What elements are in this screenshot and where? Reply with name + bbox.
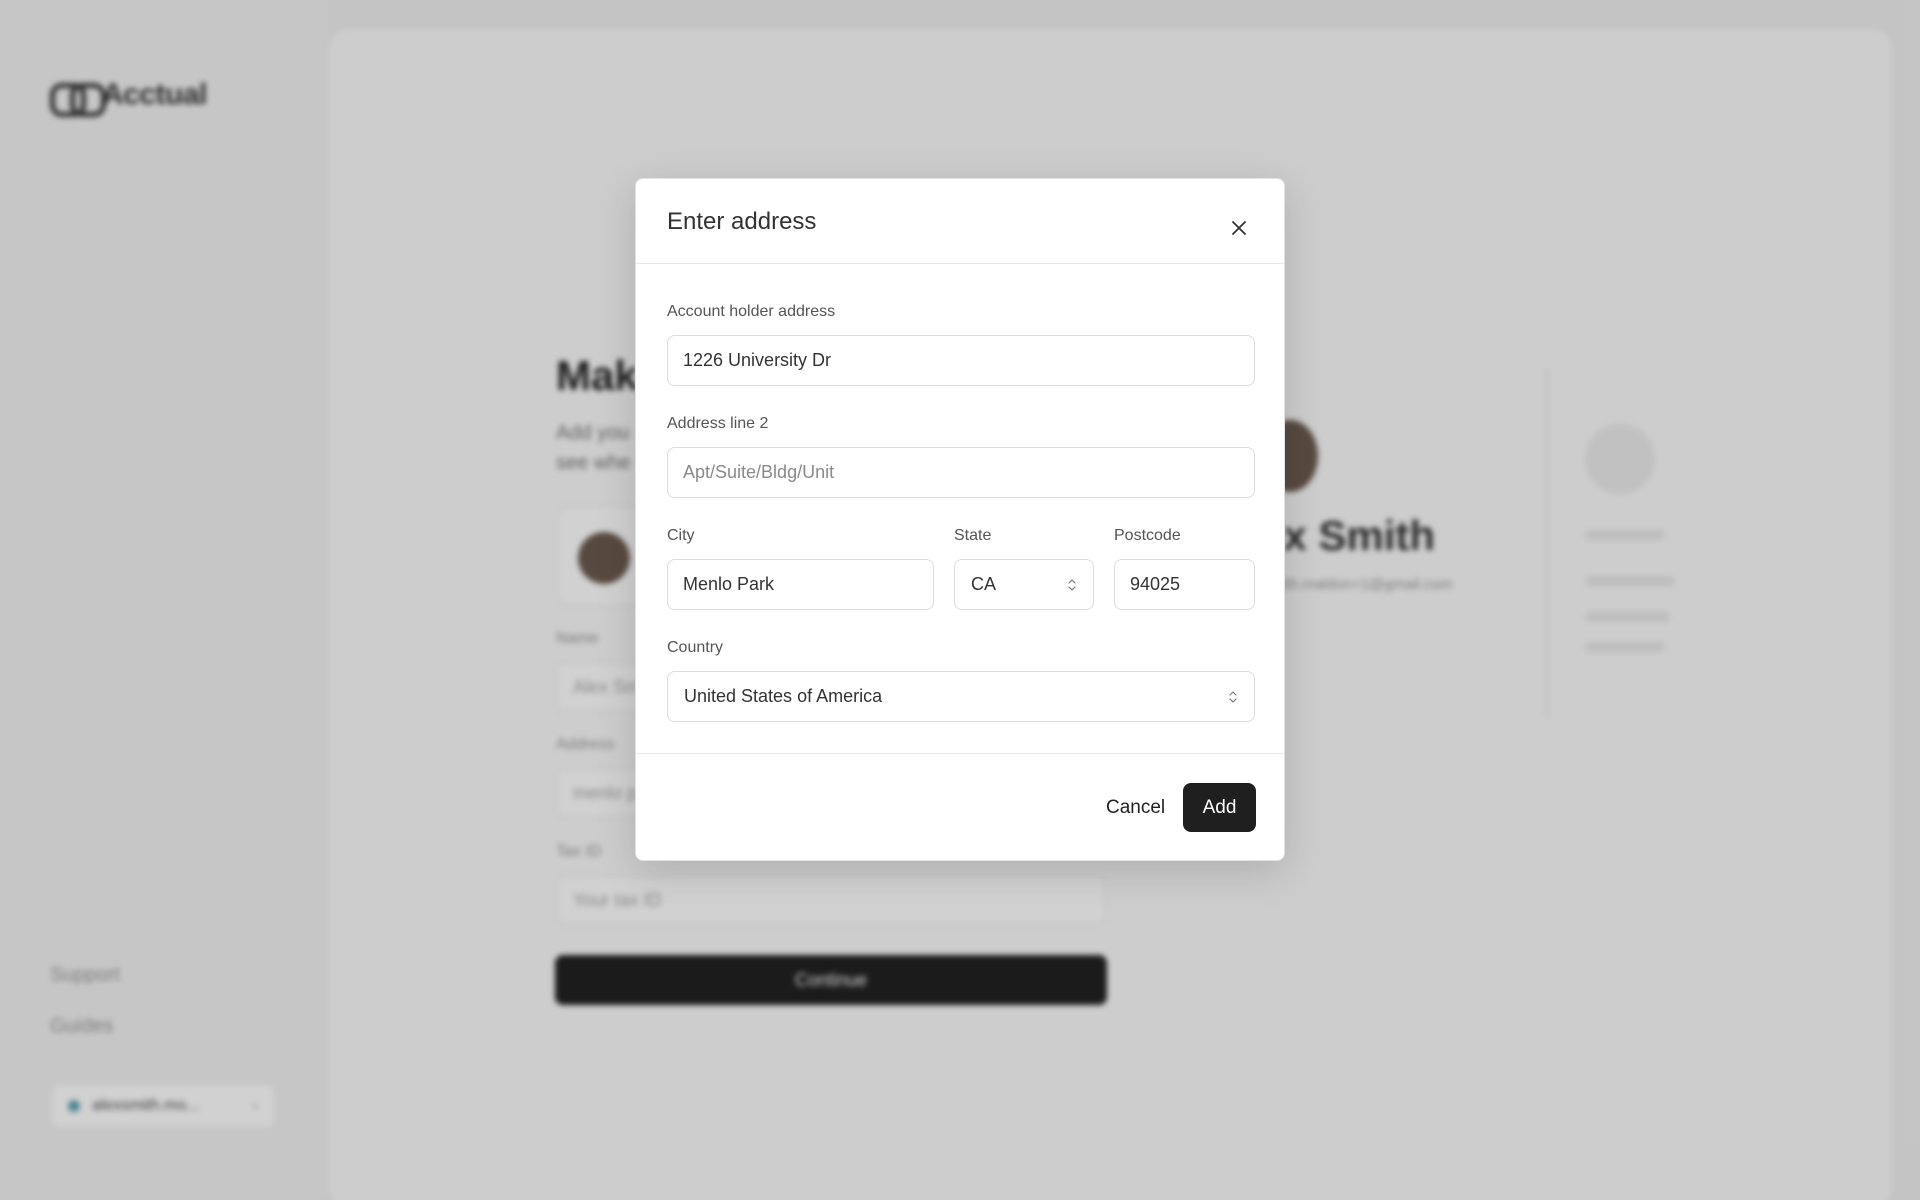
state-value: CA (971, 574, 997, 594)
chevron-up-down-icon (1068, 578, 1076, 591)
state-label: State (954, 527, 992, 544)
country-select[interactable]: United States of America (667, 671, 1255, 722)
close-icon (1232, 221, 1246, 235)
address-line-2-input[interactable] (667, 447, 1255, 498)
enter-address-dialog: Enter address Account holder address Add… (635, 178, 1285, 861)
address-label: Account holder address (667, 303, 836, 320)
dialog-footer: Cancel Add (636, 753, 1284, 862)
dialog-header: Enter address (636, 179, 1284, 264)
address-line-2-label: Address line 2 (667, 415, 769, 432)
city-label: City (667, 527, 695, 544)
country-value: United States of America (684, 686, 883, 706)
chevron-up-down-icon (1229, 690, 1237, 703)
postcode-label: Postcode (1114, 527, 1181, 544)
cancel-button[interactable]: Cancel (1092, 784, 1179, 832)
address-input[interactable] (667, 335, 1255, 386)
state-select[interactable]: CA (954, 559, 1094, 610)
dialog-title: Enter address (667, 208, 817, 235)
close-button[interactable] (1227, 216, 1251, 240)
country-label: Country (667, 639, 724, 656)
add-button[interactable]: Add (1183, 783, 1256, 832)
city-input[interactable] (667, 559, 934, 610)
postcode-input[interactable] (1114, 559, 1255, 610)
